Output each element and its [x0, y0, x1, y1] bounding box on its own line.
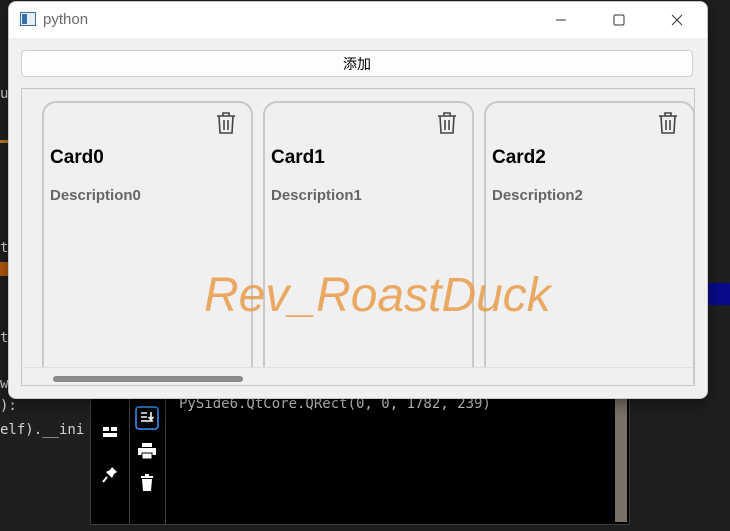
card: Card0 Description0: [42, 101, 253, 385]
editor-background-right: [707, 0, 730, 531]
scroll-to-end-icon[interactable]: [132, 406, 162, 434]
terminal-scrollbar[interactable]: [615, 396, 627, 522]
minimize-icon: [556, 19, 566, 21]
card-title: Card1: [271, 147, 325, 168]
code-fragment: elf).__ini: [0, 422, 85, 438]
card-description: Description2: [492, 187, 583, 204]
add-button[interactable]: 添加: [21, 50, 693, 77]
app-icon: [20, 12, 36, 26]
layout-icon[interactable]: [95, 424, 125, 443]
trash-icon[interactable]: [657, 111, 679, 135]
window-title: python: [43, 11, 89, 28]
card: Card2 Description2: [484, 101, 694, 385]
terminal-toolbar-left: [91, 396, 130, 524]
scrollbar-thumb[interactable]: [53, 376, 243, 382]
card: Card1 Description1: [263, 101, 474, 385]
minimize-button[interactable]: [532, 2, 590, 38]
maximize-button[interactable]: [590, 2, 648, 38]
horizontal-scrollbar[interactable]: [23, 367, 693, 385]
terminal-panel: PySide6.QtCore.QRect(0, 0, 1782, 239): [90, 395, 630, 525]
card-description: Description0: [50, 187, 141, 204]
pin-icon[interactable]: [95, 466, 125, 488]
card-title: Card2: [492, 147, 546, 168]
trash-icon[interactable]: [436, 111, 458, 135]
close-button[interactable]: [648, 2, 706, 38]
trash-icon[interactable]: [215, 111, 237, 135]
title-bar[interactable]: python: [9, 2, 707, 38]
editor-highlight-mark: [0, 140, 8, 143]
cards-scroll-area[interactable]: Card0 Description0 Card1 Description1 Ca…: [21, 88, 695, 386]
python-window: python 添加 Card0 Description0 Card1 Descr…: [8, 1, 708, 399]
terminal-toolbar-right: [129, 396, 166, 524]
card-title: Card0: [50, 147, 104, 168]
close-icon: [671, 14, 683, 26]
print-icon[interactable]: [132, 442, 162, 464]
card-description: Description1: [271, 187, 362, 204]
trash-icon[interactable]: [132, 474, 162, 496]
code-fragment: ):: [0, 398, 17, 414]
maximize-icon: [613, 14, 625, 26]
